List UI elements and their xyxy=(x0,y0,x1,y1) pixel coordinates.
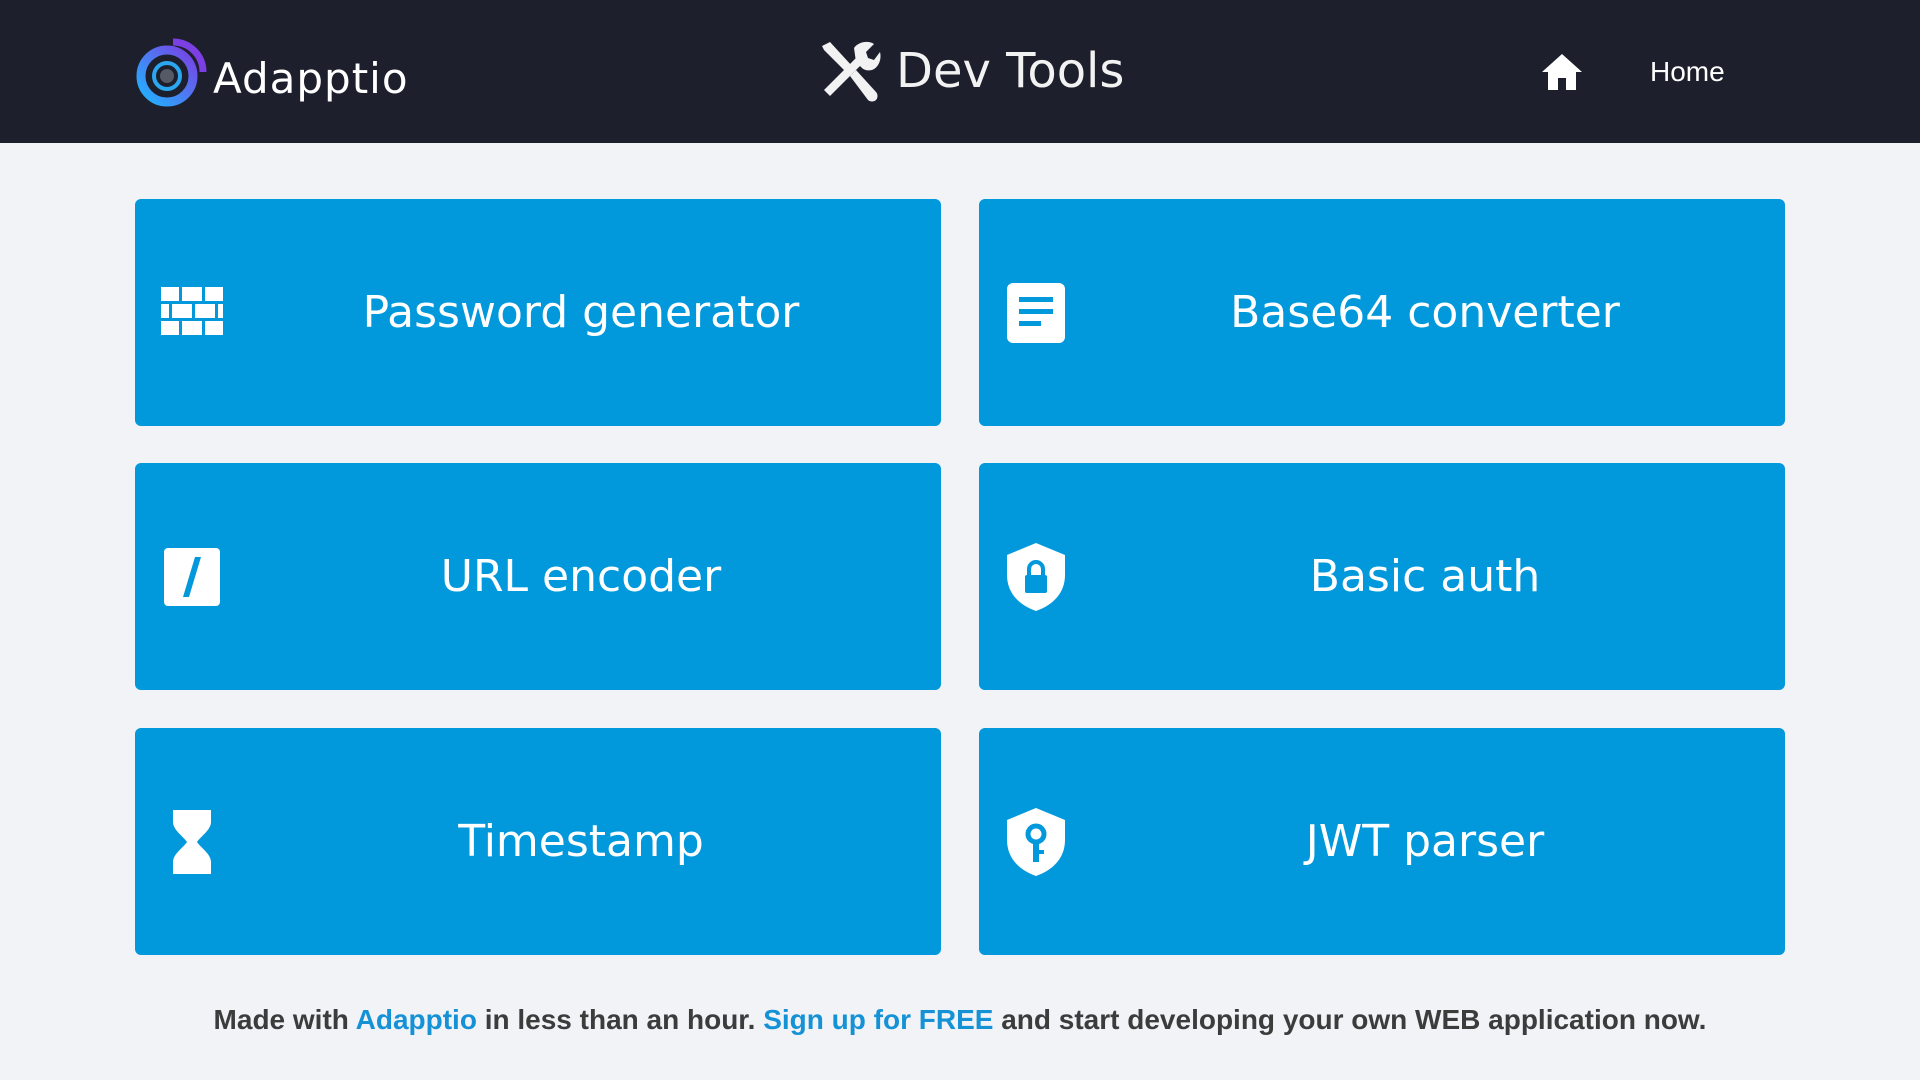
brand-logo[interactable]: Adapptio xyxy=(133,36,409,108)
tile-label: Base64 converter xyxy=(1230,287,1620,338)
document-icon xyxy=(1003,277,1069,349)
tile-label: JWT parser xyxy=(1305,816,1545,867)
tile-label: Password generator xyxy=(362,287,800,338)
tile-url-encoder[interactable]: URL encoder xyxy=(135,463,941,690)
adapptio-link[interactable]: Adapptio xyxy=(356,1004,477,1035)
shield-lock-icon xyxy=(1003,541,1069,613)
hourglass-icon xyxy=(159,806,225,878)
footer-promo: Made with Adapptio in less than an hour.… xyxy=(0,1004,1920,1036)
tile-label: Basic auth xyxy=(1309,551,1541,602)
tile-password-generator[interactable]: Password generator xyxy=(135,199,941,426)
shield-key-icon xyxy=(1003,806,1069,878)
app-title-text: Dev Tools xyxy=(896,43,1125,99)
nav-home[interactable]: Home xyxy=(1540,48,1725,96)
tile-base64-converter[interactable]: Base64 converter xyxy=(979,199,1785,426)
tile-label: Timestamp xyxy=(458,816,704,867)
top-bar: Adapptio Dev Tools Home xyxy=(0,0,1920,143)
home-icon xyxy=(1542,54,1582,90)
brick-wall-icon xyxy=(159,277,225,349)
page-title: Dev Tools xyxy=(816,38,1124,104)
tile-basic-auth[interactable]: Basic auth xyxy=(979,463,1785,690)
slash-icon xyxy=(159,541,225,613)
footer-text: and start developing your own WEB applic… xyxy=(993,1004,1707,1035)
signup-link[interactable]: Sign up for FREE xyxy=(763,1004,993,1035)
tools-icon xyxy=(822,41,881,102)
tile-jwt-parser[interactable]: JWT parser xyxy=(979,728,1785,955)
tile-timestamp[interactable]: Timestamp xyxy=(135,728,941,955)
footer-text: Made with xyxy=(213,1004,356,1035)
tile-label: URL encoder xyxy=(440,551,722,602)
nav-home-label[interactable]: Home xyxy=(1650,56,1725,88)
brand-name: Adapptio xyxy=(213,53,409,103)
footer-text: in less than an hour. xyxy=(476,1004,764,1035)
adapptio-logo-icon xyxy=(136,38,207,107)
